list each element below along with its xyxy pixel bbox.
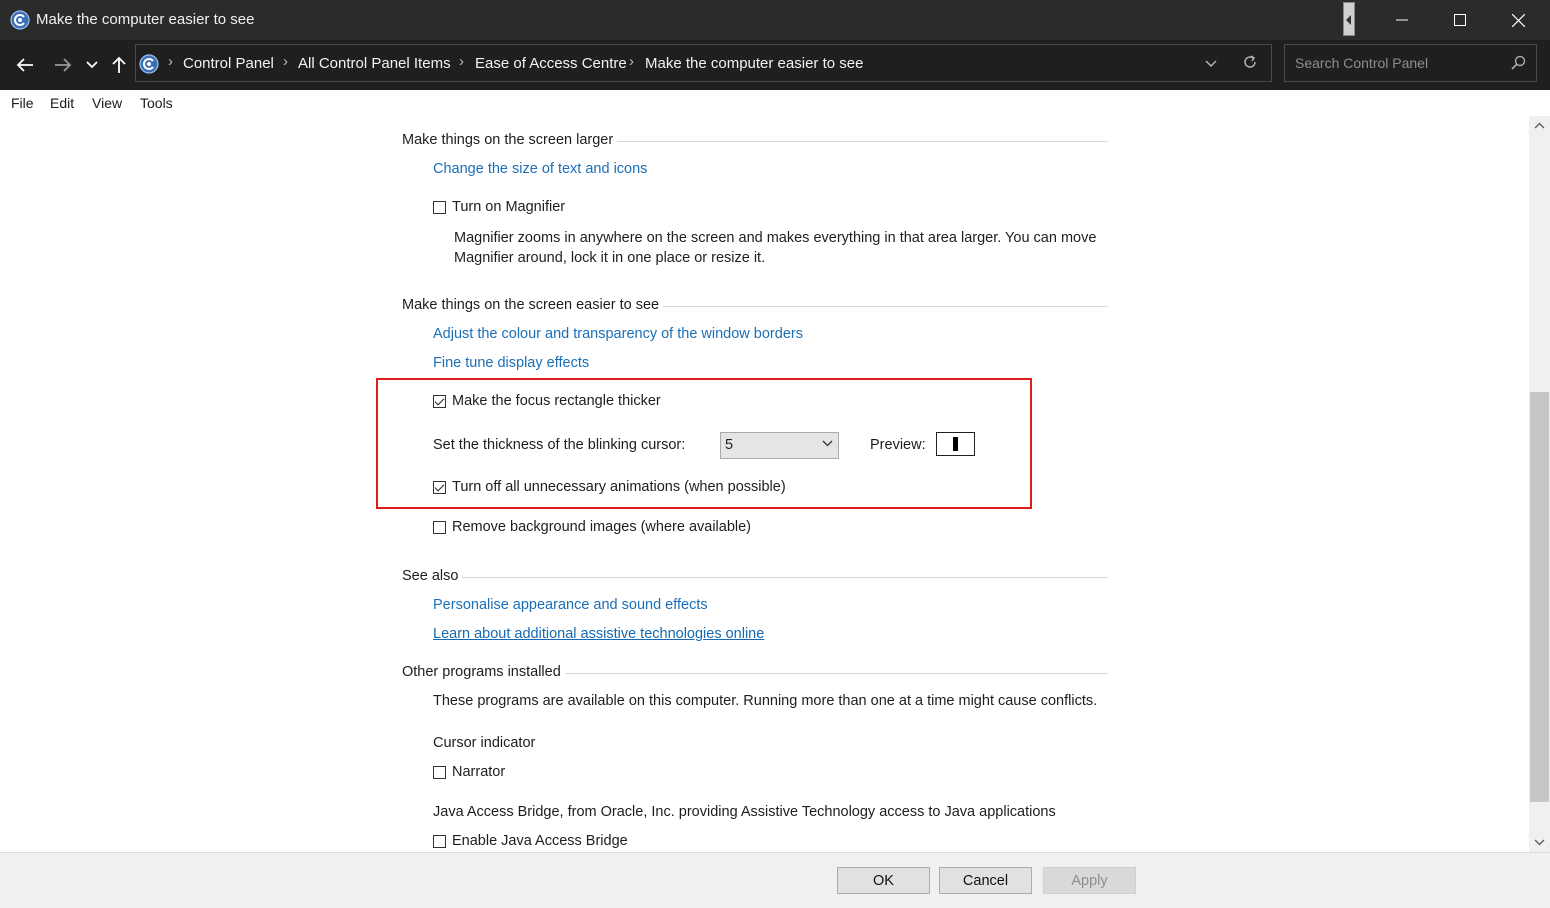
search-icon[interactable] [1510,55,1526,74]
cursor-thickness-select[interactable]: 5 [720,432,839,459]
programs-intro: These programs are available on this com… [433,693,1098,709]
up-arrow-icon [112,56,126,73]
minimize-button[interactable] [1373,0,1431,40]
menu-edit[interactable]: Edit [50,95,74,111]
scrollbar-thumb[interactable] [1530,392,1549,802]
background-images-checkbox[interactable]: Remove background images (where availabl… [433,519,751,535]
breadcrumb-control-panel[interactable]: Control Panel [183,55,274,72]
scroll-up-icon[interactable] [1534,122,1545,129]
minimize-icon [1396,19,1408,21]
select-value: 5 [725,437,734,453]
checkbox-box[interactable] [433,834,446,848]
cursor-preview [936,432,975,456]
magnifier-checkbox[interactable]: Turn on Magnifier [433,199,565,215]
cursor-preview-bar [953,437,958,451]
personalise-link[interactable]: Personalise appearance and sound effects [433,597,708,613]
java-bridge-checkbox[interactable]: Enable Java Access Bridge [433,833,628,849]
section-divider [402,577,1108,578]
section-title: Other programs installed [402,664,565,680]
dialog-footer: OK Cancel Apply [0,852,1550,908]
fine-tune-display-link[interactable]: Fine tune display effects [433,355,589,371]
preview-label: Preview: [870,437,926,453]
cancel-button[interactable]: Cancel [939,867,1032,894]
breadcrumb-separator[interactable]: › [629,53,634,70]
section-screen-larger: Make things on the screen larger [402,132,1108,152]
breadcrumb-separator[interactable]: › [459,53,464,70]
refresh-icon [1244,55,1256,68]
menu-view[interactable]: View [92,95,122,111]
taskbar-handle[interactable] [1343,2,1355,36]
content-pane: Make things on the screen larger Change … [0,116,1529,852]
recent-locations-button[interactable] [80,52,104,78]
close-icon [1511,13,1525,27]
breadcrumb-all-items[interactable]: All Control Panel Items [298,55,451,72]
cursor-thickness-label: Set the thickness of the blinking cursor… [433,437,686,453]
magnifier-description: Magnifier zooms in anywhere on the scree… [454,230,1097,266]
ok-button[interactable]: OK [837,867,930,894]
search-box[interactable] [1284,44,1537,82]
checkbox-box[interactable] [433,200,446,214]
menu-bar: File Edit View Tools [0,90,1550,117]
animations-checkbox[interactable]: Turn off all unnecessary animations (whe… [433,479,786,495]
checkbox-label: Make the focus rectangle thicker [452,393,661,409]
checkbox-label: Narrator [452,764,506,780]
menu-file[interactable]: File [11,95,34,111]
menu-tools[interactable]: Tools [140,95,173,111]
forward-arrow-icon [55,58,72,72]
maximize-icon [1454,14,1466,26]
apply-button[interactable]: Apply [1043,867,1136,894]
vertical-scrollbar[interactable] [1529,116,1550,852]
cursor-indicator-label: Cursor indicator [433,735,536,751]
chevron-down-icon [1205,60,1217,67]
search-input[interactable] [1293,54,1502,72]
checkbox-label: Turn off all unnecessary animations (whe… [452,479,786,495]
control-panel-icon [10,10,30,30]
checkbox-box[interactable] [433,480,446,494]
breadcrumb-separator[interactable]: › [283,53,288,70]
section-screen-easier: Make things on the screen easier to see [402,297,1108,317]
close-button[interactable] [1489,0,1547,40]
checkbox-label: Turn on Magnifier [452,199,566,215]
breadcrumb-separator[interactable]: › [168,53,173,70]
breadcrumb-ease-of-access[interactable]: Ease of Access Centre [475,55,627,72]
address-history-button[interactable] [1205,55,1217,71]
checkbox-box[interactable] [433,394,446,408]
checkbox-box[interactable] [433,520,446,534]
checkbox-label: Enable Java Access Bridge [452,833,628,849]
up-button[interactable] [106,52,132,78]
section-see-also: See also [402,568,1108,588]
maximize-button[interactable] [1431,0,1489,40]
window-title: Make the computer easier to see [36,11,255,28]
section-title: See also [402,568,463,584]
back-button[interactable] [12,52,38,78]
section-other-programs: Other programs installed [402,664,1108,684]
scroll-down-icon[interactable] [1534,839,1545,846]
chevron-down-icon [822,440,833,447]
window-borders-link[interactable]: Adjust the colour and transparency of th… [433,326,803,342]
control-panel-icon [139,54,159,77]
refresh-button[interactable] [1242,54,1258,73]
checkbox-box[interactable] [433,765,446,779]
assistive-tech-link[interactable]: Learn about additional assistive technol… [433,626,764,642]
title-bar: Make the computer easier to see [0,0,1550,40]
section-title: Make things on the screen easier to see [402,297,664,313]
back-arrow-icon [16,58,33,72]
narrator-checkbox[interactable]: Narrator [433,764,505,780]
chevron-down-icon [86,61,98,69]
change-text-size-link[interactable]: Change the size of text and icons [433,161,647,177]
focus-rectangle-checkbox[interactable]: Make the focus rectangle thicker [433,393,661,409]
forward-button[interactable] [50,52,76,78]
breadcrumb-current-page[interactable]: Make the computer easier to see [645,55,863,72]
section-title: Make things on the screen larger [402,132,618,148]
checkbox-label: Remove background images (where availabl… [452,519,752,535]
address-bar[interactable]: › Control Panel › All Control Panel Item… [135,44,1272,82]
java-bridge-description: Java Access Bridge, from Oracle, Inc. pr… [433,804,1056,820]
